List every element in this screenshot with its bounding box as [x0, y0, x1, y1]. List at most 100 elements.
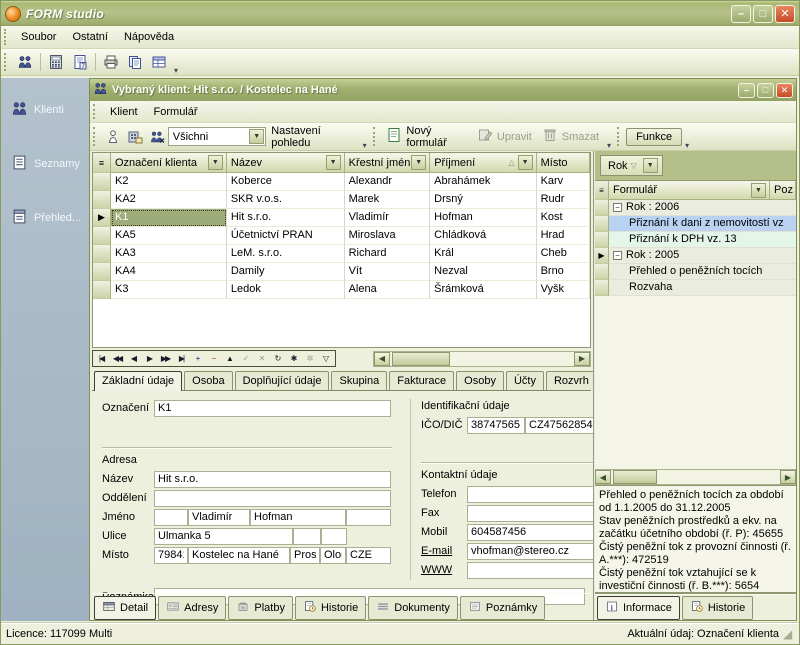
- navigator-refresh-icon[interactable]: ↻: [270, 351, 286, 366]
- forms-item-row[interactable]: Rozvaha: [609, 280, 796, 296]
- info-tab-historie[interactable]: Historie: [682, 596, 753, 620]
- navigator-bookmark-icon[interactable]: ✱: [286, 351, 302, 366]
- ulice-cp-field[interactable]: [293, 528, 321, 545]
- forms-list-row[interactable]: Rozvaha: [595, 280, 796, 296]
- column-header-1[interactable]: Označení klienta▼: [111, 153, 227, 173]
- table-cell[interactable]: Hit s.r.o.: [227, 209, 345, 227]
- table-cell[interactable]: Vít: [345, 263, 431, 281]
- formular-column-header[interactable]: Formulář ▼: [609, 181, 770, 200]
- table-cell[interactable]: Nezval: [430, 263, 536, 281]
- email-link[interactable]: E-mail: [421, 545, 467, 557]
- new-form-button[interactable]: Nový formulář: [381, 123, 471, 151]
- forms-list-row[interactable]: Přiznání k dani z nemovitostí vz: [595, 216, 796, 232]
- jmeno-last-field[interactable]: [250, 509, 346, 526]
- menu-soubor[interactable]: Soubor: [13, 28, 64, 46]
- ulice-co-field[interactable]: [321, 528, 347, 545]
- view-settings-button[interactable]: Nastavení pohledu: [266, 123, 359, 151]
- table-cell[interactable]: K2: [111, 173, 227, 191]
- okres-field[interactable]: [290, 547, 320, 564]
- column-filter-icon[interactable]: ▼: [326, 155, 341, 170]
- tab-ty[interactable]: Účty: [506, 371, 544, 390]
- navigator-post-icon[interactable]: ✓: [238, 351, 254, 366]
- sidebar-item-seznamy[interactable]: Seznamy: [1, 148, 89, 180]
- chevron-down-icon[interactable]: ▼: [249, 129, 264, 144]
- table-row[interactable]: K2KoberceAlexandrAbrahámekKarv: [93, 173, 590, 191]
- table-cell[interactable]: SKR v.o.s.: [227, 191, 345, 209]
- www-link[interactable]: WWW: [421, 564, 467, 576]
- table-row[interactable]: K3LedokAlenaŠrámkováVyšk: [93, 281, 590, 299]
- calculator-icon[interactable]: [45, 52, 67, 72]
- chevron-down-icon[interactable]: ▼: [751, 183, 766, 198]
- table-cell[interactable]: K3: [111, 281, 227, 299]
- navigator-insert-icon[interactable]: +: [190, 351, 206, 366]
- chevron-down-icon[interactable]: ▼: [643, 158, 658, 173]
- tab-rozvrh[interactable]: Rozvrh: [546, 371, 597, 390]
- table-cell[interactable]: Marek: [345, 191, 431, 209]
- table-row[interactable]: KA5Účetnictví PRANMiroslavaChládkováHrad: [93, 227, 590, 245]
- toolbar-overflow-icon[interactable]: ▾: [360, 141, 370, 150]
- navigator-fast-prior-icon[interactable]: ◀◀: [110, 351, 126, 366]
- minimize-button[interactable]: –: [731, 5, 751, 23]
- collapse-icon[interactable]: −: [613, 203, 622, 212]
- copy-icon[interactable]: [124, 52, 146, 72]
- scroll-thumb[interactable]: [613, 470, 657, 484]
- forms-item-row[interactable]: Přiznání k dani z nemovitostí vz: [609, 216, 796, 232]
- table-cell[interactable]: Cheb: [537, 245, 590, 263]
- table-cell[interactable]: Šrámková: [430, 281, 536, 299]
- table-cell[interactable]: Alexandr: [345, 173, 431, 191]
- jmeno-title-field[interactable]: [154, 509, 188, 526]
- navigator-cancel-icon[interactable]: ✕: [254, 351, 270, 366]
- navigator-first-icon[interactable]: |◀: [94, 351, 110, 366]
- table-cell[interactable]: K1: [111, 209, 227, 227]
- grid-hscrollbar[interactable]: ◀ ▶: [373, 351, 591, 367]
- forms-list-row[interactable]: ▶−Rok : 2005: [595, 248, 796, 264]
- navigator-fast-next-icon[interactable]: ▶▶: [158, 351, 174, 366]
- all-clients-icon[interactable]: [147, 127, 167, 147]
- functions-overflow-icon[interactable]: ▾: [682, 141, 692, 150]
- table-cell[interactable]: Vladimír: [345, 209, 431, 227]
- jmeno-first-field[interactable]: [188, 509, 250, 526]
- table-cell[interactable]: Drsný: [430, 191, 536, 209]
- misto-field[interactable]: [188, 547, 290, 564]
- table-cell[interactable]: KA5: [111, 227, 227, 245]
- table-cell[interactable]: Abrahámek: [430, 173, 536, 191]
- form-doc-icon[interactable]: 7: [69, 52, 91, 72]
- table-cell[interactable]: Vyšk: [537, 281, 590, 299]
- scroll-left-icon[interactable]: ◀: [595, 470, 611, 484]
- column-filter-icon[interactable]: ▼: [518, 155, 533, 170]
- tab-doplujcdaje[interactable]: Doplňující údaje: [235, 371, 330, 390]
- navigator-next-icon[interactable]: ▶: [142, 351, 158, 366]
- table-cell[interactable]: Damily: [227, 263, 345, 281]
- column-header-4[interactable]: Příjmení△▼: [430, 153, 536, 173]
- close-button[interactable]: ✕: [775, 5, 795, 23]
- tab-osoba[interactable]: Osoba: [184, 371, 232, 390]
- maximize-button[interactable]: □: [753, 5, 773, 23]
- functions-button[interactable]: Funkce: [626, 128, 682, 146]
- table-row[interactable]: KA2SKR v.o.s.MarekDrsnýRudr: [93, 191, 590, 209]
- group-field-chip[interactable]: Rok ▽ ▼: [600, 155, 663, 176]
- table-cell[interactable]: KA4: [111, 263, 227, 281]
- column-header-2[interactable]: Název▼: [227, 153, 345, 173]
- collapse-icon[interactable]: −: [613, 251, 622, 260]
- tab-fakturace[interactable]: Fakturace: [389, 371, 454, 390]
- scroll-right-icon[interactable]: ▶: [780, 470, 796, 484]
- table-cell[interactable]: Ledok: [227, 281, 345, 299]
- table-row[interactable]: ▶K1Hit s.r.o.VladimírHofmanKost: [93, 209, 590, 227]
- stat-field[interactable]: [346, 547, 391, 564]
- client-menu-klient[interactable]: Klient: [102, 103, 146, 121]
- forms-list-row[interactable]: Přiznání k DPH vz. 13: [595, 232, 796, 248]
- tab-historie[interactable]: Historie: [295, 596, 366, 620]
- sidebar-item-klienti[interactable]: Klienti: [1, 94, 89, 126]
- table-cell[interactable]: Miroslava: [345, 227, 431, 245]
- client-menu-formul[interactable]: Formulář: [146, 103, 206, 121]
- table-cell[interactable]: LeM. s.r.o.: [227, 245, 345, 263]
- resize-grip[interactable]: ◢: [783, 628, 796, 641]
- table-cell[interactable]: Král: [430, 245, 536, 263]
- forms-item-row[interactable]: Přehled o peněžních tocích: [609, 264, 796, 280]
- navigator-prior-icon[interactable]: ◀: [126, 351, 142, 366]
- table-cell[interactable]: Koberce: [227, 173, 345, 191]
- table-icon[interactable]: [148, 52, 170, 72]
- forms-list-row[interactable]: −Rok : 2006: [595, 200, 796, 216]
- table-cell[interactable]: Alena: [345, 281, 431, 299]
- toolbar-overflow-icon-2[interactable]: ▾: [604, 141, 614, 150]
